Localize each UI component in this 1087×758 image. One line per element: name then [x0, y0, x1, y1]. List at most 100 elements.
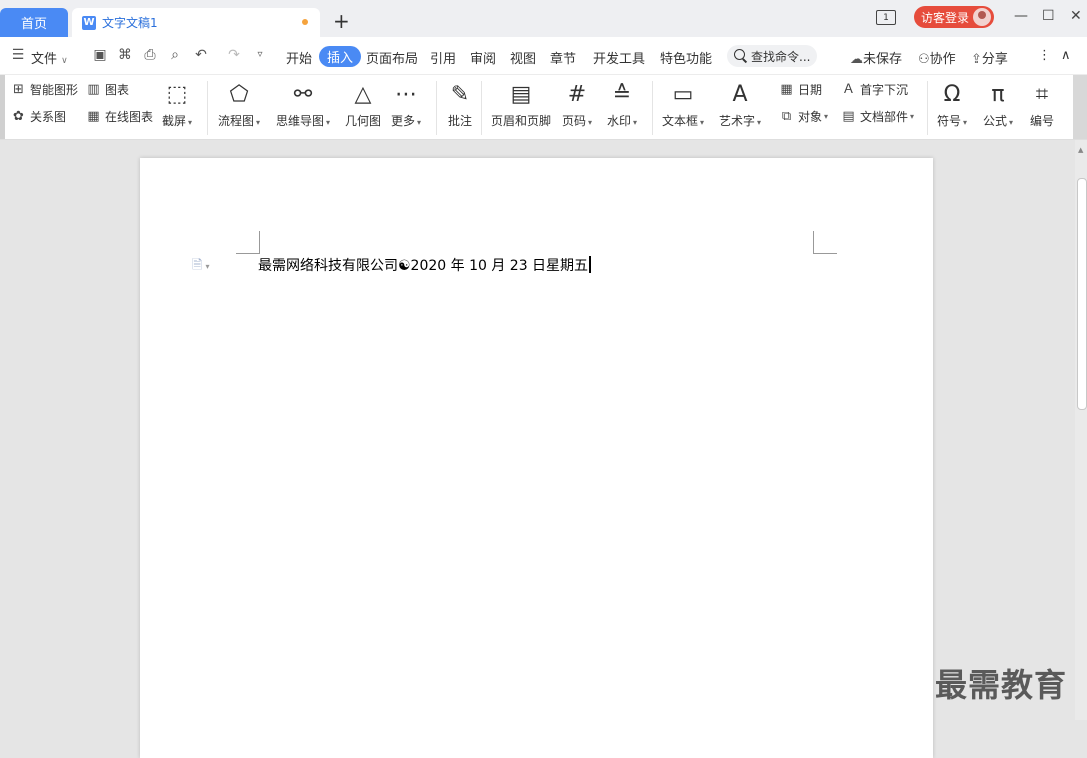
screenshot-button[interactable]: ⬚ 截屏 ▾ [162, 79, 192, 129]
scroll-up-icon[interactable]: ▲ [1078, 146, 1083, 154]
print-preview-icon[interactable]: ⌕ [167, 47, 183, 63]
textbox-button[interactable]: ▭ 文本框 ▾ [662, 79, 704, 129]
ribbon-divider [436, 81, 437, 135]
comment-label: 批注 [447, 114, 472, 128]
ribbon-scroll-right[interactable] [1073, 75, 1087, 139]
header-footer-icon: ▤ [510, 81, 532, 107]
format-painter-icon[interactable]: ⌘ [117, 47, 133, 63]
menu-developer[interactable]: 开发工具 [593, 48, 645, 67]
paragraph-handle-icon[interactable]: 🗎 ▾ [192, 256, 209, 278]
share-label: 分享 [981, 52, 1008, 67]
flowchart-button[interactable]: ⬠ 流程图 ▾ [218, 79, 260, 129]
document-text: 最需网络科技有限公司☯2020 年 10 月 23 日星期五 [258, 258, 589, 274]
share-button[interactable]: ⇪分享 [971, 48, 1008, 67]
collaborate-button[interactable]: ⚇协作 [918, 48, 956, 67]
mindmap-button[interactable]: ⚯ 思维导图 ▾ [276, 79, 330, 129]
menu-references[interactable]: 引用 [430, 48, 456, 67]
numbering-label: 编号 [1029, 114, 1054, 128]
scroll-thumb[interactable] [1077, 178, 1087, 410]
search-icon [734, 49, 748, 63]
menu-insert[interactable]: 插入 [319, 46, 362, 67]
more-options-icon[interactable]: ⋮ [1038, 48, 1051, 63]
menu-review[interactable]: 审阅 [470, 48, 496, 67]
symbol-button[interactable]: Ω 符号 ▾ [937, 79, 967, 129]
dropdown-arrow-icon: ▾ [963, 118, 968, 127]
header-footer-button[interactable]: ▤ 页眉和页脚 [491, 79, 551, 129]
online-chart-button[interactable]: ▦ 在线图表 [86, 108, 153, 125]
object-button[interactable]: ⧉ 对象 ▾ [779, 108, 828, 125]
dropdown-arrow-icon: ▾ [910, 112, 915, 121]
ribbon-scroll-left[interactable] [0, 75, 5, 139]
menu-file[interactable]: 文件 ∨ [31, 48, 68, 67]
menu-section[interactable]: 章节 [550, 48, 576, 67]
tab-bar: 首页 W 文字文稿1 + 1 访客登录 — ☐ ✕ [0, 0, 1087, 37]
comment-icon: ✎ [450, 81, 470, 107]
chart-button[interactable]: ▥ 图表 [86, 81, 129, 98]
tab-document[interactable]: W 文字文稿1 [72, 8, 320, 37]
collapse-ribbon-icon[interactable]: ∧ [1061, 48, 1071, 63]
brand-watermark: 最需教育 [935, 666, 1068, 704]
flowchart-label: 流程图 [218, 114, 255, 128]
smart-graphic-button[interactable]: ⊞ 智能图形 [11, 81, 78, 98]
calendar-icon: ▦ [780, 82, 793, 97]
command-search[interactable]: 查找命令... [727, 45, 817, 67]
menu-page-layout[interactable]: 页面布局 [366, 48, 418, 67]
ribbon-divider [652, 81, 653, 135]
cloud-icon: ☁ [850, 52, 863, 67]
save-icon[interactable]: ▣ [92, 47, 108, 63]
undo-icon[interactable]: ↶ [193, 47, 209, 63]
relation-chart-button[interactable]: ✿ 关系图 [11, 108, 66, 125]
new-tab-button[interactable]: + [333, 11, 350, 31]
page-indicator[interactable]: 1 [876, 10, 896, 25]
tab-home-label: 首页 [20, 17, 47, 32]
tab-home[interactable]: 首页 [0, 8, 68, 37]
watermark-button[interactable]: ≙ 水印 ▾ [607, 79, 637, 129]
share-icon: ⇪ [971, 52, 982, 67]
collaborate-label: 协作 [929, 52, 956, 67]
doc-parts-button[interactable]: ▤ 文档部件 ▾ [841, 108, 914, 125]
menu-bar: ☰ 文件 ∨ ▣ ⌘ ⎙ ⌕ ↶ ↷ ▿ 开始 插入 页面布局 引用 审阅 视图… [0, 37, 1087, 75]
mindmap-icon: ⚯ [293, 81, 313, 107]
doc-parts-label: 文档部件 [860, 110, 909, 124]
minimize-button[interactable]: — [1014, 8, 1028, 24]
dropdown-arrow-icon: ▾ [256, 118, 261, 127]
margin-corner-marker [259, 231, 260, 253]
menu-features[interactable]: 特色功能 [660, 48, 712, 67]
margin-corner-marker [236, 253, 260, 254]
dropcap-button[interactable]: Ａ 首字下沉 [841, 81, 908, 98]
user-add-icon: ⚇ [918, 52, 930, 67]
maximize-button[interactable]: ☐ [1042, 8, 1055, 24]
dropcap-icon: Ａ [841, 82, 855, 97]
redo-icon[interactable]: ↷ [226, 47, 242, 63]
more-button[interactable]: ⋯ 更多 ▾ [391, 79, 421, 129]
menu-start[interactable]: 开始 [286, 48, 312, 67]
watermark-icon: ≙ [612, 81, 632, 107]
formula-button[interactable]: π 公式 ▾ [983, 79, 1013, 129]
chart-label: 图表 [105, 83, 130, 97]
page-number-button[interactable]: # 页码 ▾ [562, 79, 592, 129]
textbox-label: 文本框 [662, 114, 699, 128]
date-button[interactable]: ▦ 日期 [779, 81, 822, 98]
geometry-button[interactable]: △ 几何图 [345, 79, 381, 129]
hamburger-icon[interactable]: ☰ [10, 47, 26, 63]
close-button[interactable]: ✕ [1070, 8, 1082, 24]
flowchart-icon: ⬠ [229, 81, 249, 107]
ribbon-divider [207, 81, 208, 135]
quick-access-more-icon[interactable]: ▿ [252, 47, 268, 63]
vertical-scrollbar[interactable]: ▲ [1075, 140, 1087, 720]
numbering-button[interactable]: ⌗ 编号 [1028, 79, 1056, 129]
document-text-line[interactable]: 最需网络科技有限公司☯2020 年 10 月 23 日星期五 [258, 255, 591, 275]
comment-button[interactable]: ✎ 批注 [446, 79, 474, 129]
wordart-button[interactable]: A 艺术字 ▾ [719, 79, 761, 129]
dropdown-arrow-icon: ▾ [326, 118, 331, 127]
dropcap-label: 首字下沉 [860, 83, 909, 97]
menu-view[interactable]: 视图 [510, 48, 536, 67]
guest-login-button[interactable]: 访客登录 [914, 6, 994, 28]
page-number-icon: # [567, 81, 587, 107]
tab-document-title: 文字文稿1 [102, 16, 158, 30]
document-page[interactable]: 🗎 ▾ 最需网络科技有限公司☯2020 年 10 月 23 日星期五 [140, 158, 933, 758]
print-icon[interactable]: ⎙ [142, 47, 158, 63]
relation-chart-label: 关系图 [30, 110, 67, 124]
unsaved-button[interactable]: ☁未保存 [850, 48, 902, 67]
dropdown-arrow-icon: ▾ [1009, 118, 1014, 127]
